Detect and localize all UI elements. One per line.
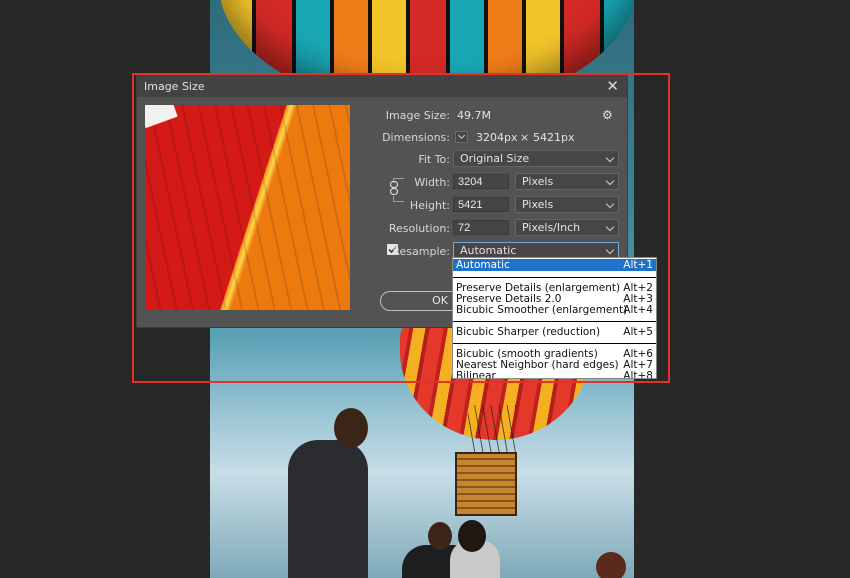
resample-option[interactable]: Bilinear Alt+8: [453, 371, 656, 379]
link-chain-icon[interactable]: [389, 181, 399, 195]
chevron-down-icon: [605, 245, 615, 255]
chevron-down-icon: [605, 153, 615, 163]
resample-option-label: Bicubic Smoother (enlargement): [456, 304, 628, 316]
dimensions-height: 5421: [533, 131, 561, 144]
close-icon[interactable]: ✕: [606, 77, 619, 95]
resolution-label: Resolution:: [388, 222, 450, 235]
image-size-label: Image Size:: [385, 109, 450, 122]
person-head: [596, 552, 626, 578]
balloon-basket: [455, 452, 517, 516]
dimensions-width: 3204: [476, 131, 504, 144]
resample-dropdown-list: Automatic Alt+1 Preserve Details (enlargem…: [452, 257, 657, 379]
image-preview[interactable]: [145, 105, 350, 310]
resolution-unit-select[interactable]: Pixels/Inch: [515, 219, 619, 236]
resample-option-shortcut: Alt+1: [623, 259, 653, 271]
resample-option-label: Bicubic Sharper (reduction): [456, 326, 601, 338]
image-size-value: 49.7M: [457, 109, 491, 122]
person-figure: [288, 440, 368, 578]
resample-option-shortcut: Alt+8: [623, 370, 653, 379]
dimensions-label: Dimensions:: [382, 131, 450, 144]
dimensions-times: ×: [520, 131, 530, 144]
resample-option[interactable]: Bicubic Sharper (reduction) Alt+5: [453, 327, 656, 338]
resample-option[interactable]: Automatic Alt+1: [453, 259, 656, 271]
preview-texture: [145, 105, 350, 310]
resample-option-shortcut: Alt+4: [623, 304, 653, 316]
dimensions-unit-toggle[interactable]: [455, 131, 468, 143]
person-head: [458, 520, 486, 552]
resample-value: Automatic: [460, 244, 517, 257]
fit-to-label: Fit To:: [418, 153, 450, 166]
height-unit-value: Pixels: [522, 198, 554, 211]
width-input[interactable]: [453, 174, 509, 189]
balloon-ropes: [468, 405, 516, 457]
fit-to-select[interactable]: Original Size: [453, 150, 619, 167]
resolution-unit-value: Pixels/Inch: [522, 221, 581, 234]
height-unit-select[interactable]: Pixels: [515, 196, 619, 213]
chevron-down-icon: [605, 199, 615, 209]
gear-icon[interactable]: ⚙: [602, 108, 613, 122]
resolution-input[interactable]: [453, 220, 509, 235]
fit-to-value: Original Size: [460, 152, 530, 165]
dialog-title: Image Size: [144, 80, 205, 93]
width-label: Width:: [414, 176, 450, 189]
width-unit-value: Pixels: [522, 175, 554, 188]
resample-option-shortcut: Alt+5: [623, 326, 653, 338]
person-head: [334, 408, 368, 448]
chevron-down-icon: [605, 222, 615, 232]
chevron-down-icon: [605, 176, 615, 186]
dialog-titlebar[interactable]: Image Size ✕: [137, 75, 627, 97]
height-input[interactable]: [453, 197, 509, 212]
resample-option-label: Automatic: [456, 259, 510, 271]
person-head: [428, 522, 452, 550]
constrain-bracket-bottom: [393, 196, 404, 202]
chevron-down-icon: [457, 131, 466, 140]
dimensions-width-unit: px: [504, 131, 518, 144]
resample-option-label: Bilinear: [456, 370, 496, 379]
height-label: Height:: [409, 199, 450, 212]
menu-separator: [453, 343, 656, 344]
menu-separator: [453, 321, 656, 322]
menu-separator: [453, 277, 656, 278]
width-unit-select[interactable]: Pixels: [515, 173, 619, 190]
resample-option[interactable]: Bicubic Smoother (enlargement) Alt+4: [453, 305, 656, 316]
resample-label: Resample:: [392, 245, 450, 258]
dimensions-height-unit: px: [561, 131, 575, 144]
